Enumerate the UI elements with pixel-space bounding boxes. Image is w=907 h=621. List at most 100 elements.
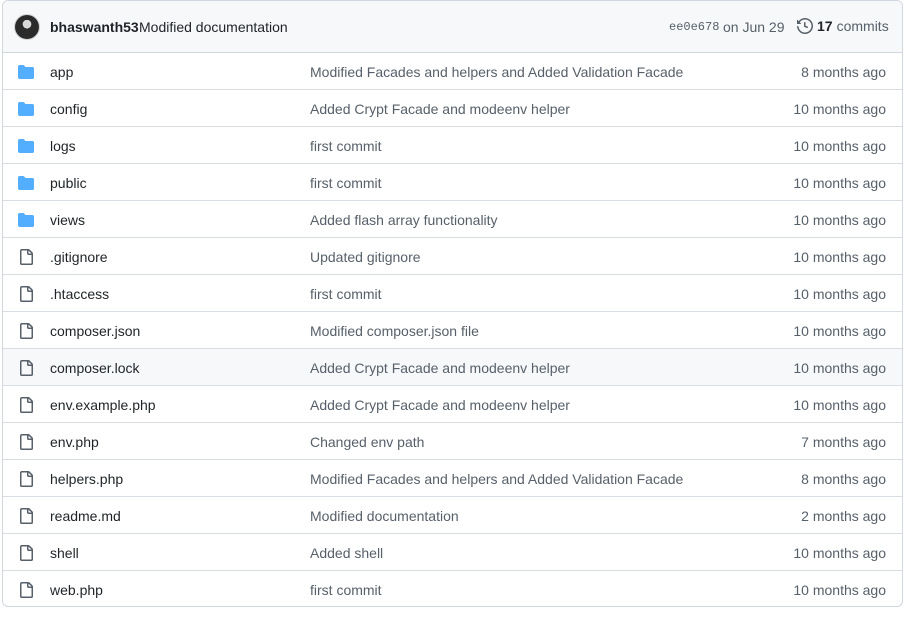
commit-author-link[interactable]: bhaswanth53 [50,18,139,36]
file-icon [18,249,34,265]
file-list: app Modified Facades and helpers and Adde… [3,53,902,606]
file-commit-message-link[interactable]: Added shell [310,544,383,562]
file-row[interactable]: env.php Changed env path 7 months ago [3,422,902,459]
folder-icon [18,175,34,191]
file-icon [18,471,34,487]
file-row[interactable]: logs first commit 10 months ago [3,126,902,163]
file-commit-message-link[interactable]: Added flash array functionality [310,211,498,229]
file-row[interactable]: .gitignore Updated gitignore 10 months ago [3,237,902,274]
folder-icon [18,101,34,117]
history-icon [797,18,813,34]
file-commit-age: 10 months ago [793,286,886,302]
file-icon-graphic [20,471,33,487]
file-commit-message-link[interactable]: Changed env path [310,433,424,451]
folder-icon [18,138,34,154]
file-icon-graphic [20,508,33,524]
file-name-link[interactable]: helpers.php [50,470,123,488]
file-commit-age: 10 months ago [793,212,886,228]
file-commit-message-link[interactable]: Modified documentation [310,507,459,525]
folder-icon-graphic [18,176,34,190]
file-commit-message-link[interactable]: first commit [310,174,382,192]
file-commit-message-link[interactable]: Modified Facades and helpers and Added V… [310,470,683,488]
file-icon [18,323,34,339]
file-commit-age: 10 months ago [793,138,886,154]
file-name-link[interactable]: composer.lock [50,359,139,377]
avatar[interactable] [15,15,39,39]
latest-commit-bar: bhaswanth53 Modified documentation ee0e6… [3,1,902,53]
file-name-link[interactable]: env.example.php [50,396,156,414]
file-row[interactable]: composer.json Modified composer.json file… [3,311,902,348]
file-name-link[interactable]: .gitignore [50,248,108,266]
file-row[interactable]: views Added flash array functionality 10 m… [3,200,902,237]
file-row[interactable]: shell Added shell 10 months ago [3,533,902,570]
file-icon [18,397,34,413]
file-row[interactable]: readme.md Modified documentation 2 months … [3,496,902,533]
file-name-link[interactable]: web.php [50,581,103,599]
folder-icon [18,212,34,228]
commit-date: on Jun 29 [723,19,785,35]
commit-sha-link[interactable]: ee0e678 [669,19,719,35]
file-commit-message-link[interactable]: first commit [310,285,382,303]
file-name-link[interactable]: .htaccess [50,285,109,303]
file-icon [18,582,34,598]
file-commit-age: 8 months ago [801,471,886,487]
file-row[interactable]: .htaccess first commit 10 months ago [3,274,902,311]
file-commit-message-link[interactable]: Added Crypt Facade and modeenv helper [310,100,570,118]
file-icon-graphic [20,397,33,413]
file-icon-graphic [20,434,33,450]
file-icon [18,286,34,302]
file-icon-graphic [20,545,33,561]
file-icon-graphic [20,249,33,265]
file-commit-age: 10 months ago [793,397,886,413]
file-name-link[interactable]: shell [50,544,79,562]
file-name-link[interactable]: app [50,63,73,81]
file-commit-message-link[interactable]: Modified Facades and helpers and Added V… [310,63,683,81]
folder-icon-graphic [18,213,34,227]
file-commit-message-link[interactable]: Added Crypt Facade and modeenv helper [310,396,570,414]
file-commit-age: 10 months ago [793,582,886,598]
file-name-link[interactable]: logs [50,137,76,155]
file-browser: bhaswanth53 Modified documentation ee0e6… [2,0,903,607]
file-name-link[interactable]: env.php [50,433,99,451]
folder-icon-graphic [18,102,34,116]
file-row[interactable]: helpers.php Modified Facades and helpers … [3,459,902,496]
file-name-link[interactable]: config [50,100,87,118]
file-row[interactable]: public first commit 10 months ago [3,163,902,200]
commit-count: 17 [817,18,833,34]
file-commit-message-link[interactable]: Added Crypt Facade and modeenv helper [310,359,570,377]
file-commit-age: 2 months ago [801,508,886,524]
file-icon-graphic [20,360,33,376]
file-commit-age: 10 months ago [793,323,886,339]
commits-label: commits [836,18,889,34]
folder-icon-graphic [18,65,34,79]
file-commit-age: 7 months ago [801,434,886,450]
file-name-link[interactable]: views [50,211,85,229]
file-commit-age: 10 months ago [793,360,886,376]
file-row[interactable]: app Modified Facades and helpers and Adde… [3,53,902,89]
file-name-link[interactable]: composer.json [50,322,140,340]
file-row[interactable]: composer.lock Added Crypt Facade and mode… [3,348,902,385]
commit-message-link[interactable]: Modified documentation [139,18,288,36]
file-icon [18,434,34,450]
file-icon [18,508,34,524]
file-commit-age: 10 months ago [793,101,886,117]
commit-history-link[interactable]: 17 commits [797,17,889,35]
file-commit-message-link[interactable]: Modified composer.json file [310,322,479,340]
folder-icon-graphic [18,139,34,153]
folder-icon [18,64,34,80]
file-icon-graphic [20,286,33,302]
file-name-link[interactable]: public [50,174,87,192]
file-row[interactable]: config Added Crypt Facade and modeenv hel… [3,89,902,126]
file-commit-age: 8 months ago [801,64,886,80]
file-commit-age: 10 months ago [793,249,886,265]
file-commit-message-link[interactable]: first commit [310,137,382,155]
file-row[interactable]: web.php first commit 10 months ago [3,570,902,606]
file-commit-message-link[interactable]: Updated gitignore [310,248,421,266]
file-name-link[interactable]: readme.md [50,507,121,525]
file-row[interactable]: env.example.php Added Crypt Facade and mo… [3,385,902,422]
file-commit-age: 10 months ago [793,545,886,561]
file-commit-age: 10 months ago [793,175,886,191]
file-icon-graphic [20,323,33,339]
file-icon-graphic [20,582,33,598]
file-commit-message-link[interactable]: first commit [310,581,382,599]
